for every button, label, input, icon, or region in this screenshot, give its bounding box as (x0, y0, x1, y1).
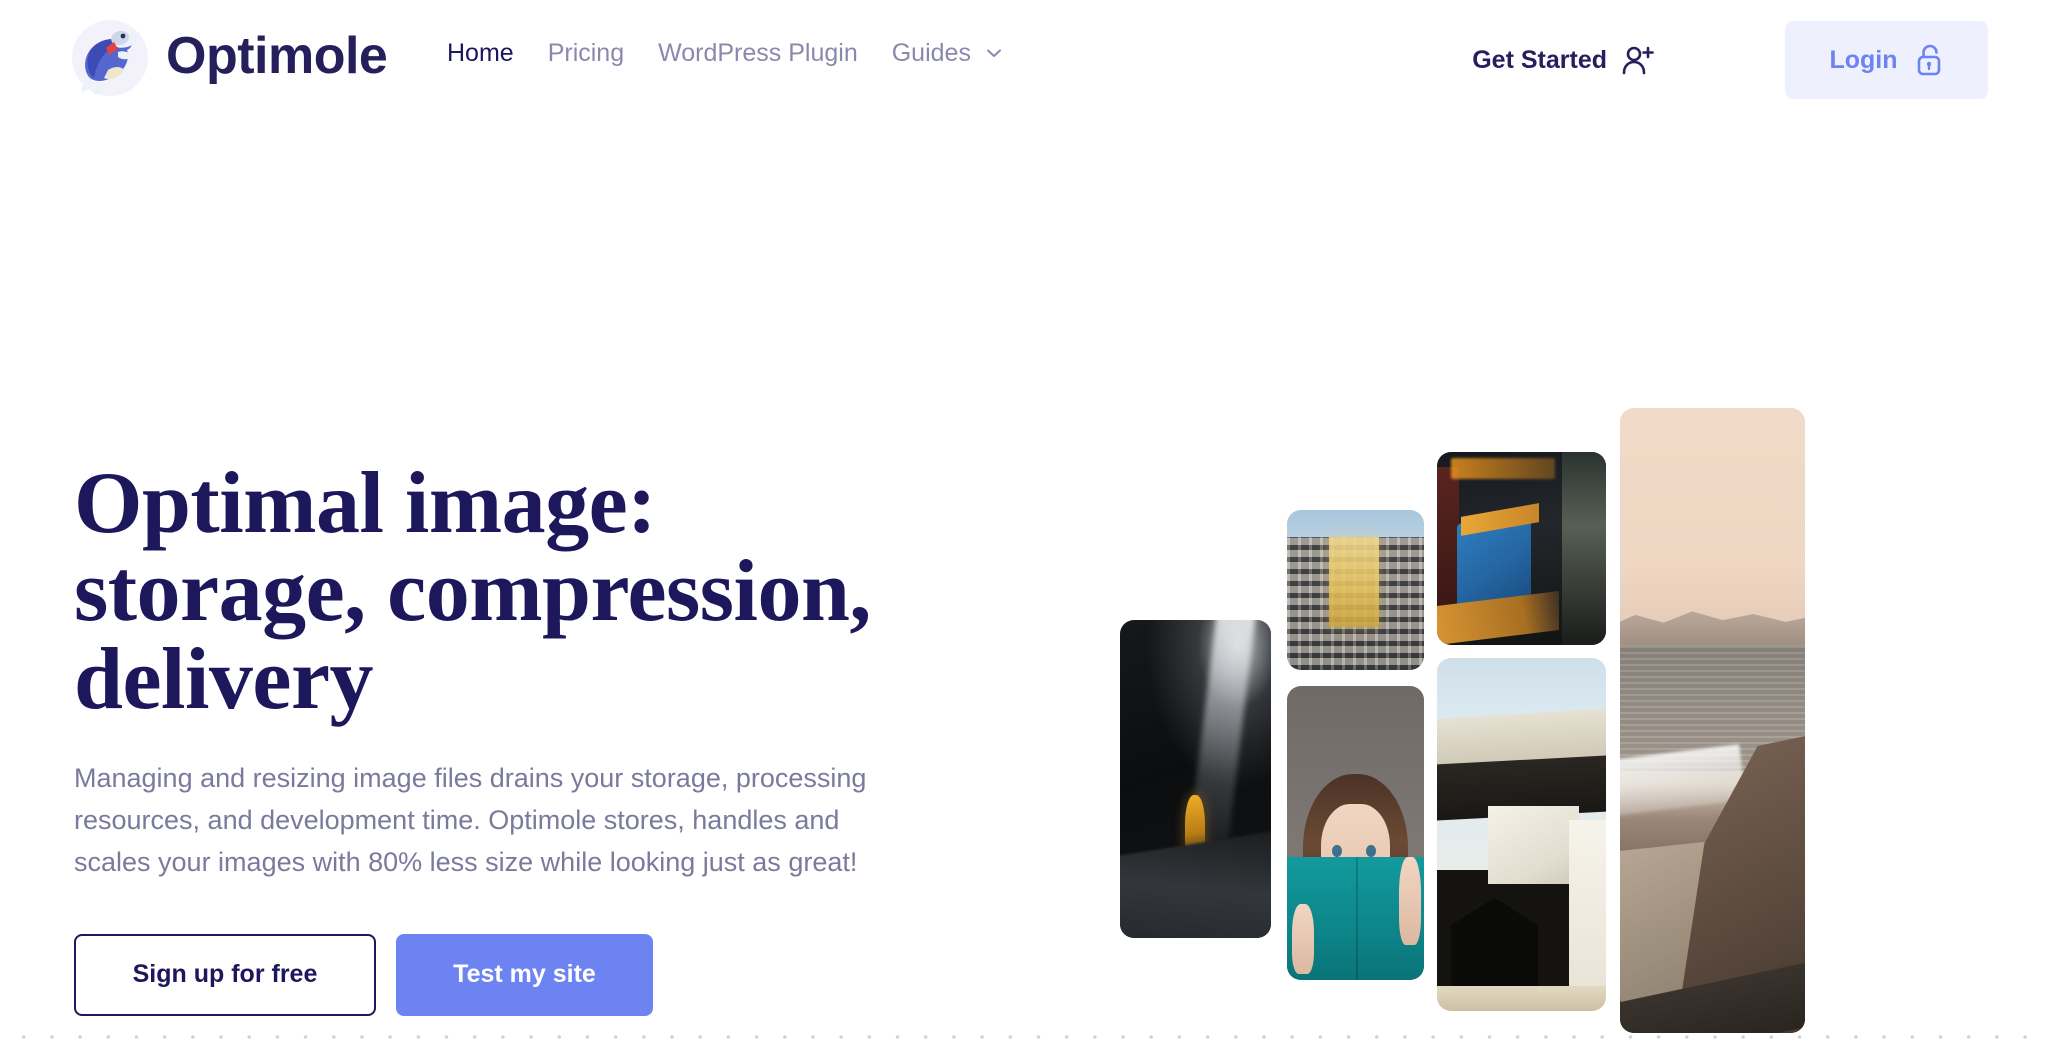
woman-with-book-artwork (1287, 686, 1424, 980)
get-started-link[interactable]: Get Started (1472, 43, 1655, 77)
get-started-label: Get Started (1472, 45, 1607, 74)
hero-subtitle: Managing and resizing image files drains… (74, 763, 867, 877)
nav-item-guides[interactable]: Guides (892, 38, 1003, 68)
nav-item-home[interactable]: Home (447, 38, 514, 68)
tram-led-sign-shape (1450, 457, 1556, 479)
site-header: Optimole Home Pricing WordPress Plugin G… (0, 0, 2048, 120)
nav-item-guides-label[interactable]: Guides (892, 38, 971, 68)
tram-left-wall-shape (1437, 467, 1459, 611)
woman-with-book-photo (1287, 686, 1424, 980)
optimole-mole-mascot-logo-icon (60, 8, 156, 104)
tram-station-photo (1437, 452, 1606, 645)
cave-hiker-figure (1184, 794, 1205, 859)
hero-copy: Optimal image: storage, compression, del… (74, 460, 954, 1016)
nav-item-pricing[interactable]: Pricing (548, 38, 624, 68)
eye-right-shape (1366, 844, 1377, 857)
test-my-site-button[interactable]: Test my site (396, 933, 653, 1016)
nav-item-wordpress-plugin[interactable]: WordPress Plugin (658, 38, 858, 68)
coastal-cliff-photo (1620, 408, 1805, 1033)
primary-navigation: Home Pricing WordPress Plugin Guides (447, 38, 1003, 68)
hero-image-collage (1120, 230, 2048, 1048)
bridge-right-wall-shape (1568, 820, 1606, 1011)
brand-logo-link[interactable]: Optimole (60, 8, 388, 104)
bridge-underpass-artwork (1437, 658, 1606, 1011)
coastal-cliff-artwork (1620, 408, 1805, 1033)
eye-left-shape (1332, 844, 1342, 857)
dotted-divider (0, 1032, 2048, 1042)
login-button[interactable]: Login (1785, 21, 1988, 99)
bridge-ground-shape (1437, 986, 1606, 1011)
bridge-pier-shape (1487, 806, 1579, 884)
sign-up-for-free-button[interactable]: Sign up for free (74, 933, 376, 1016)
page-title: Optimal image: storage, compression, del… (74, 455, 871, 728)
distant-hills-shape (1620, 611, 1805, 646)
brand-name: Optimole (166, 27, 388, 85)
tram-right-wall-shape (1562, 452, 1606, 645)
hero-section: Optimal image: storage, compression, del… (0, 120, 2048, 1048)
hero-cta-group: Sign up for free Test my site (74, 933, 954, 1016)
tram-station-artwork (1437, 452, 1606, 645)
user-plus-icon (1621, 43, 1655, 77)
building-facade-artwork (1287, 510, 1424, 670)
hand-left-shape (1292, 903, 1315, 975)
login-button-label: Login (1829, 45, 1898, 74)
bridge-underpass-photo (1437, 658, 1606, 1011)
building-facade-photo (1287, 510, 1424, 670)
hand-right-shape (1399, 856, 1422, 945)
cave-hiker-photo (1120, 620, 1271, 938)
header-actions: Get Started Login (1472, 0, 1988, 120)
lock-open-icon (1914, 44, 1944, 76)
chevron-down-icon[interactable] (985, 44, 1003, 62)
cave-hiker-artwork (1120, 620, 1271, 938)
